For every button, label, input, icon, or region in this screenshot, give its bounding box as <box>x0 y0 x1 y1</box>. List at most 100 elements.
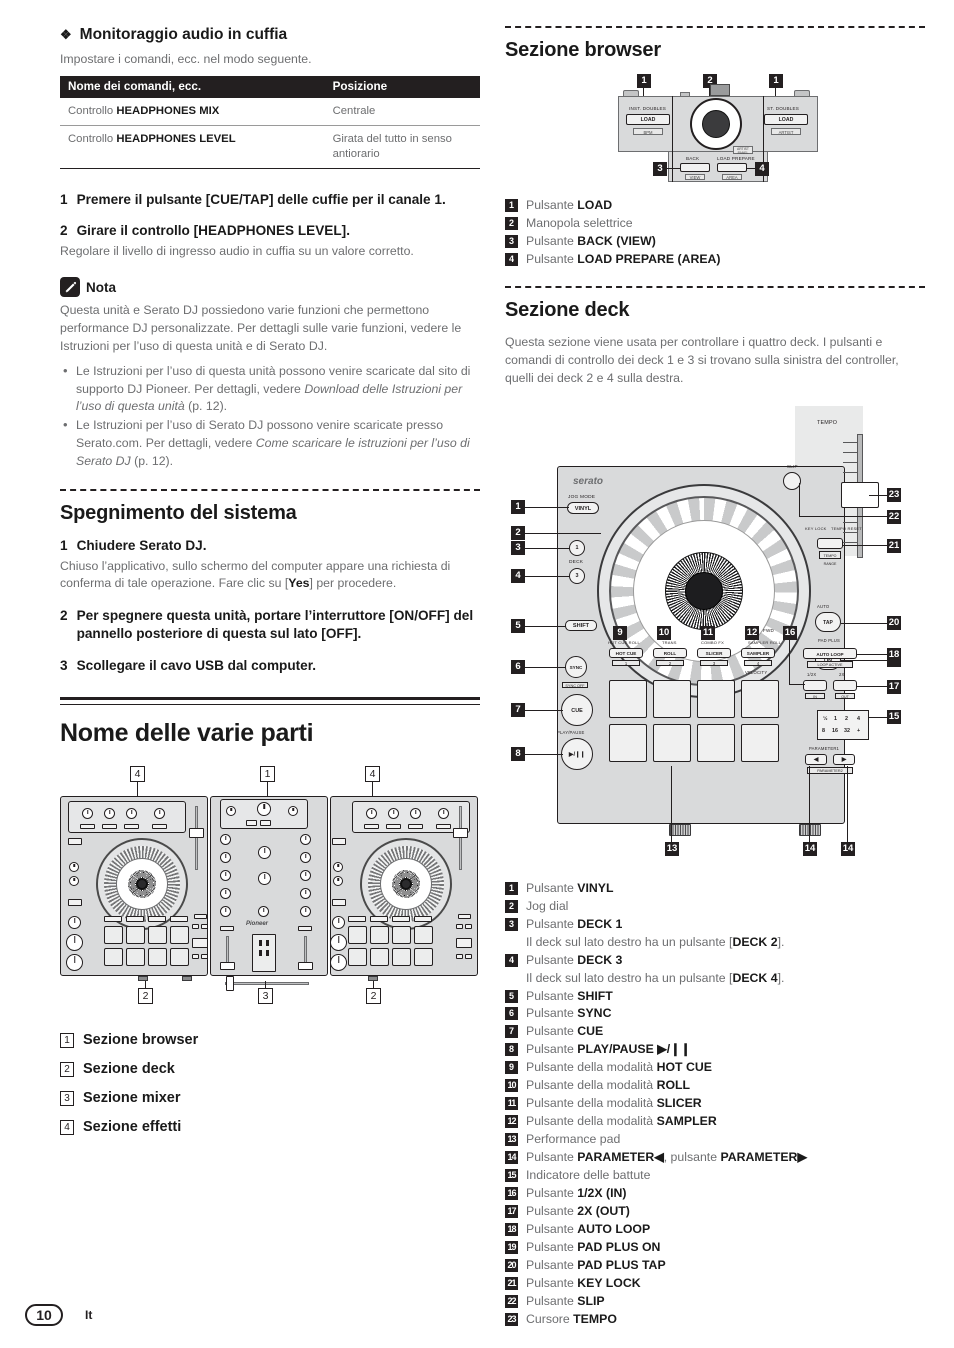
half-x-button[interactable] <box>803 679 827 691</box>
performance-pad[interactable] <box>414 926 433 945</box>
pad-mode-sampler-left[interactable] <box>170 916 188 923</box>
fx-button[interactable] <box>152 824 167 830</box>
performance-pad[interactable] <box>170 948 189 967</box>
performance-pad[interactable] <box>653 679 691 718</box>
sub-note-bold: DECK 2 <box>732 934 778 949</box>
performance-pad[interactable] <box>697 723 735 762</box>
hot-cue-mode-button[interactable]: HOT CUE <box>609 647 643 658</box>
parameter-right-right[interactable] <box>465 954 472 960</box>
performance-pad[interactable] <box>741 723 779 762</box>
auto-loop-button[interactable]: AUTO LOOP <box>803 647 857 659</box>
sync-button[interactable]: SYNC <box>565 655 587 678</box>
performance-pad[interactable] <box>370 926 389 945</box>
performance-pad[interactable] <box>348 926 367 945</box>
pad-plus-tap-button[interactable]: TAP <box>815 611 841 632</box>
performance-pad[interactable] <box>170 926 189 945</box>
performance-pad[interactable] <box>609 723 647 762</box>
item-text-bold: HOT CUE <box>656 1060 712 1075</box>
play-pause-button[interactable]: ▶/❙❙ <box>561 737 593 770</box>
performance-pad[interactable] <box>653 723 691 762</box>
deck-3-button[interactable]: 3 <box>569 567 585 584</box>
load-prepare-button[interactable] <box>260 820 271 827</box>
item-text-bold: LOAD <box>577 198 613 212</box>
performance-pad[interactable] <box>741 679 779 718</box>
load-prepare-button[interactable] <box>717 163 747 172</box>
slicer-mode-button[interactable]: SLICER <box>697 647 731 658</box>
fx-button[interactable] <box>124 824 139 830</box>
cue-tap-ch1[interactable] <box>220 926 234 932</box>
rotary-encoder-top[interactable] <box>710 84 730 96</box>
performance-pad[interactable] <box>392 948 411 967</box>
two-x-left[interactable] <box>201 924 208 930</box>
fx-button[interactable] <box>386 824 401 830</box>
pad-mode-roll-left[interactable] <box>126 916 144 923</box>
pad-mode-sampler-right[interactable] <box>414 916 432 923</box>
tempo-tick <box>843 541 857 543</box>
performance-pad[interactable] <box>370 948 389 967</box>
pad-mode-slicer-right[interactable] <box>392 916 410 923</box>
fx-button[interactable] <box>80 824 95 830</box>
cue-button-left[interactable] <box>66 934 83 952</box>
auto-loop-right[interactable] <box>458 914 471 920</box>
parameter-left-left[interactable] <box>192 954 199 960</box>
half-x-left[interactable] <box>192 924 199 930</box>
performance-pad[interactable] <box>148 926 167 945</box>
performance-pad[interactable] <box>148 948 167 967</box>
tempo-fader-left-cap[interactable] <box>189 828 204 839</box>
sampler-mode-button[interactable]: SAMPLER <box>741 647 775 658</box>
parameter-left-button[interactable]: ◀ <box>805 753 827 765</box>
shift-button[interactable]: SHIFT <box>565 619 597 631</box>
play-button-right[interactable] <box>330 954 347 972</box>
vinyl-button[interactable]: VINYL <box>567 501 599 514</box>
pad-mode-hotcue-right[interactable] <box>348 916 366 923</box>
selector-knob[interactable] <box>257 802 271 817</box>
selector-knob-inner[interactable] <box>702 110 730 138</box>
two-x-button[interactable] <box>833 679 857 691</box>
crossfader-cap[interactable] <box>226 976 234 992</box>
cue-tap-ch2[interactable] <box>298 926 312 932</box>
load-button-left[interactable]: LOAD <box>626 114 670 125</box>
key-lock-button[interactable] <box>817 537 843 549</box>
performance-pad[interactable] <box>126 948 145 967</box>
back-button[interactable] <box>246 820 257 827</box>
back-button[interactable] <box>680 163 710 172</box>
auto-loop-left[interactable] <box>194 914 207 920</box>
pad-mode-hotcue-left[interactable] <box>104 916 122 923</box>
performance-pad[interactable] <box>104 948 123 967</box>
play-button-left[interactable] <box>66 954 83 972</box>
item-text-bold: PLAY/PAUSE ▶/❙❙ <box>577 1042 691 1057</box>
cue-button-right[interactable] <box>330 934 347 952</box>
beat-4: 4 <box>857 715 860 722</box>
item-text-bold: SLIP <box>577 1293 605 1308</box>
roll-mode-button[interactable]: ROLL <box>653 647 687 658</box>
half-x-right[interactable] <box>456 924 463 930</box>
tempo-label: TEMPO <box>817 419 838 426</box>
tempo-fader-right-cap[interactable] <box>453 828 468 839</box>
pad-mode-roll-right[interactable] <box>370 916 388 923</box>
performance-pad[interactable] <box>392 926 411 945</box>
parameter-right-left[interactable] <box>201 954 208 960</box>
parameter-right-button[interactable]: ▶ <box>833 753 855 765</box>
fx-button[interactable] <box>436 824 451 830</box>
performance-pad[interactable] <box>348 948 367 967</box>
load-button-right[interactable]: LOAD <box>764 114 808 125</box>
fx-button[interactable] <box>364 824 379 830</box>
parameter-left-right[interactable] <box>456 954 463 960</box>
performance-pad[interactable] <box>609 679 647 718</box>
performance-pad[interactable] <box>126 926 145 945</box>
performance-pad[interactable] <box>697 679 735 718</box>
channel-fader-2-cap[interactable] <box>298 962 313 971</box>
performance-pad[interactable] <box>414 948 433 967</box>
two-x-right[interactable] <box>465 924 472 930</box>
vinyl-button-left[interactable] <box>68 838 82 846</box>
vinyl-button-right[interactable] <box>332 838 346 846</box>
shift-button-right[interactable] <box>332 899 346 907</box>
performance-pad[interactable] <box>104 926 123 945</box>
fx-button[interactable] <box>408 824 423 830</box>
cue-button[interactable]: CUE <box>561 693 593 726</box>
deck-1-button[interactable]: 1 <box>569 539 585 556</box>
shift-button-left[interactable] <box>68 899 82 907</box>
pad-mode-slicer-left[interactable] <box>148 916 166 923</box>
fx-button[interactable] <box>102 824 117 830</box>
channel-fader-1-cap[interactable] <box>220 962 235 971</box>
